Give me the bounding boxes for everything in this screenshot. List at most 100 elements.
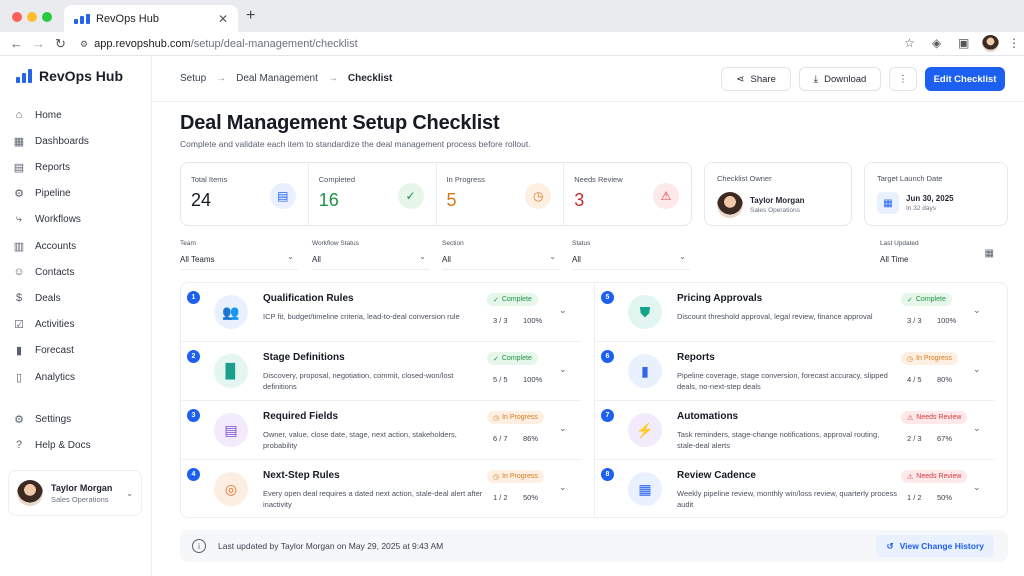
browser-tab[interactable]: RevOps Hub ✕ bbox=[64, 5, 238, 32]
checklist-item[interactable]: 7 ⚡ Automations Task reminders, stage-chang… bbox=[595, 401, 995, 460]
share-button[interactable]: ⋖ Share bbox=[721, 67, 791, 91]
reload-icon[interactable]: ↻ bbox=[55, 36, 66, 52]
sidebar-item-label: Analytics bbox=[35, 371, 76, 383]
sidebar-item-activities[interactable]: ☑ Activities bbox=[12, 314, 140, 336]
checklist-item[interactable]: 2 ▉ Stage Definitions Discovery, proposal, … bbox=[181, 342, 581, 401]
status-label: Needs Review bbox=[916, 473, 962, 480]
tab-title: RevOps Hub bbox=[96, 12, 159, 25]
filter-last-updated[interactable]: Last Updated All Time ▦ bbox=[880, 240, 998, 270]
sidebar-item-help-docs[interactable]: ? Help & Docs bbox=[12, 434, 140, 456]
accounts-icon: ▥ bbox=[13, 240, 25, 253]
forward-icon[interactable]: → bbox=[32, 36, 45, 51]
revops-logo-icon bbox=[16, 69, 32, 83]
new-tab-icon[interactable]: + bbox=[246, 7, 255, 25]
filter-section[interactable]: Section All ⌄ bbox=[442, 240, 560, 270]
checklist-item[interactable]: 4 ◎ Next-Step Rules Every open deal require… bbox=[181, 460, 581, 519]
status-label: In Progress bbox=[502, 414, 538, 421]
close-window-button[interactable] bbox=[12, 12, 22, 22]
chevron-down-icon[interactable]: ⌄ bbox=[973, 482, 981, 493]
sidebar-item-analytics[interactable]: ▯ Analytics bbox=[12, 366, 140, 388]
breadcrumb-checklist: Checklist bbox=[347, 73, 393, 84]
checklist-item[interactable]: 8 ▦ Review Cadence Weekly pipeline review, … bbox=[595, 460, 995, 519]
item-title: Required Fields bbox=[263, 411, 339, 422]
view-change-history-button[interactable]: ↺ View Change History bbox=[876, 535, 994, 557]
sidebar-item-home[interactable]: ⌂ Home bbox=[12, 104, 140, 126]
sidebar-item-workflows[interactable]: ⤷ Workflows bbox=[12, 209, 140, 231]
stat-completed: Completed 16 ✓ bbox=[309, 163, 437, 225]
item-percent: 80% bbox=[937, 375, 953, 384]
browser-tab-bar: RevOps Hub ✕ + bbox=[0, 0, 1024, 32]
deals-icon: $ bbox=[15, 292, 23, 305]
status-label: Needs Review bbox=[916, 414, 962, 421]
sidebar-item-reports[interactable]: ▤ Reports bbox=[12, 156, 140, 178]
filter-label: Section bbox=[442, 240, 464, 247]
chevron-down-icon[interactable]: ⌄ bbox=[973, 423, 981, 434]
stat-in-progress: In Progress 5 ◷ bbox=[437, 163, 565, 225]
profile-avatar[interactable] bbox=[982, 35, 999, 52]
avatar bbox=[17, 480, 43, 506]
more-options-button[interactable]: ⋮ bbox=[889, 67, 917, 91]
filter-team[interactable]: Team All Teams ⌄ bbox=[180, 240, 298, 270]
filter-workflow-status[interactable]: Workflow Status All ⌄ bbox=[312, 240, 430, 270]
pipeline-icon: ⚙ bbox=[14, 188, 24, 201]
sidebar-item-pipeline[interactable]: ⚙ Pipeline bbox=[12, 183, 140, 205]
breadcrumb-setup[interactable]: Setup bbox=[180, 73, 206, 84]
clipboard-list-icon: ▤ bbox=[214, 413, 248, 447]
download-button[interactable]: ⤓ Download bbox=[799, 67, 881, 91]
status-label: Complete bbox=[501, 355, 532, 362]
check-circle-icon: ✓ bbox=[907, 296, 913, 304]
owner-name: Taylor Morgan bbox=[750, 196, 805, 205]
chevron-down-icon[interactable]: ⌄ bbox=[973, 364, 981, 375]
site-info-icon[interactable]: ⚙ bbox=[80, 39, 88, 50]
browser-menu-icon[interactable]: ⋮ bbox=[1008, 36, 1020, 50]
sidebar-item-label: Forecast bbox=[35, 345, 74, 357]
chevron-down-icon[interactable]: ⌄ bbox=[559, 364, 567, 375]
sidebar-item-accounts[interactable]: ▥ Accounts bbox=[12, 235, 140, 257]
user-menu[interactable]: Taylor Morgan Sales Operations ⌄ bbox=[8, 470, 142, 516]
item-fraction: 2 / 3 bbox=[907, 434, 922, 443]
bookmark-star-icon[interactable]: ☆ bbox=[904, 36, 915, 50]
sidebar-toggle-icon[interactable]: ▣ bbox=[958, 36, 969, 50]
chevron-down-icon[interactable]: ⌄ bbox=[973, 305, 981, 316]
checklist-item[interactable]: 6 ▮ Reports Pipeline coverage, stage conver… bbox=[595, 342, 995, 401]
checklist-item[interactable]: 1 👥 Qualification Rules ICP fit, budget/tim… bbox=[181, 283, 581, 342]
item-title: Reports bbox=[677, 352, 715, 363]
sidebar-item-dashboards[interactable]: ▦ Dashboards bbox=[12, 130, 140, 152]
owner-role: Sales Operations bbox=[750, 207, 800, 214]
launch-label: Target Launch Date bbox=[877, 174, 943, 183]
sidebar-item-contacts[interactable]: ☺ Contacts bbox=[12, 261, 140, 283]
chevron-down-icon[interactable]: ⌄ bbox=[559, 305, 567, 316]
chevron-down-icon[interactable]: ⌄ bbox=[559, 423, 567, 434]
minimize-window-button[interactable] bbox=[27, 12, 37, 22]
arrow-right-icon: → bbox=[327, 73, 338, 84]
close-tab-icon[interactable]: ✕ bbox=[218, 12, 228, 26]
sidebar-item-forecast[interactable]: ▮ Forecast bbox=[12, 340, 140, 362]
checklist-item[interactable]: 5 ⛊ Pricing Approvals Discount threshold ap… bbox=[595, 283, 995, 342]
launch-date: Jun 30, 2025 bbox=[906, 194, 954, 203]
filter-value: All bbox=[572, 255, 581, 264]
extension-icon[interactable]: ◈ bbox=[932, 36, 941, 50]
maximize-window-button[interactable] bbox=[42, 12, 52, 22]
status-label: Complete bbox=[915, 296, 946, 303]
sidebar-item-label: Contacts bbox=[35, 266, 75, 278]
filter-status[interactable]: Status All ⌄ bbox=[572, 240, 690, 270]
breadcrumb-deal-management[interactable]: Deal Management bbox=[236, 73, 318, 84]
brand-logo[interactable]: RevOps Hub bbox=[16, 68, 123, 84]
sidebar: RevOps Hub ⌂ Home ▦ Dashboards ▤ Reports ⚙ Pipe… bbox=[0, 56, 152, 576]
back-icon[interactable]: ← bbox=[10, 36, 23, 51]
item-description: Discovery, proposal, negotiation, commit… bbox=[263, 371, 454, 391]
header-divider bbox=[152, 101, 1024, 102]
sidebar-item-deals[interactable]: $ Deals bbox=[12, 287, 140, 309]
download-icon: ⤓ bbox=[813, 73, 819, 85]
checklist-item[interactable]: 3 ▤ Required Fields Owner, value, close dat… bbox=[181, 401, 581, 460]
url-field[interactable]: ⚙ app.revopshub.com/setup/deal-managemen… bbox=[80, 34, 930, 54]
item-number: 3 bbox=[187, 409, 200, 422]
chevron-down-icon[interactable]: ⌄ bbox=[559, 482, 567, 493]
sidebar-item-label: Dashboards bbox=[35, 135, 89, 147]
sidebar-item-settings[interactable]: ⚙ Settings bbox=[12, 408, 140, 430]
sidebar-item-label: Reports bbox=[35, 161, 71, 173]
users-icon: 👥 bbox=[214, 295, 248, 329]
chevron-down-icon: ⌄ bbox=[549, 252, 556, 261]
calendar-icon: ▦ bbox=[984, 248, 994, 259]
edit-checklist-button[interactable]: Edit Checklist bbox=[925, 67, 1005, 91]
